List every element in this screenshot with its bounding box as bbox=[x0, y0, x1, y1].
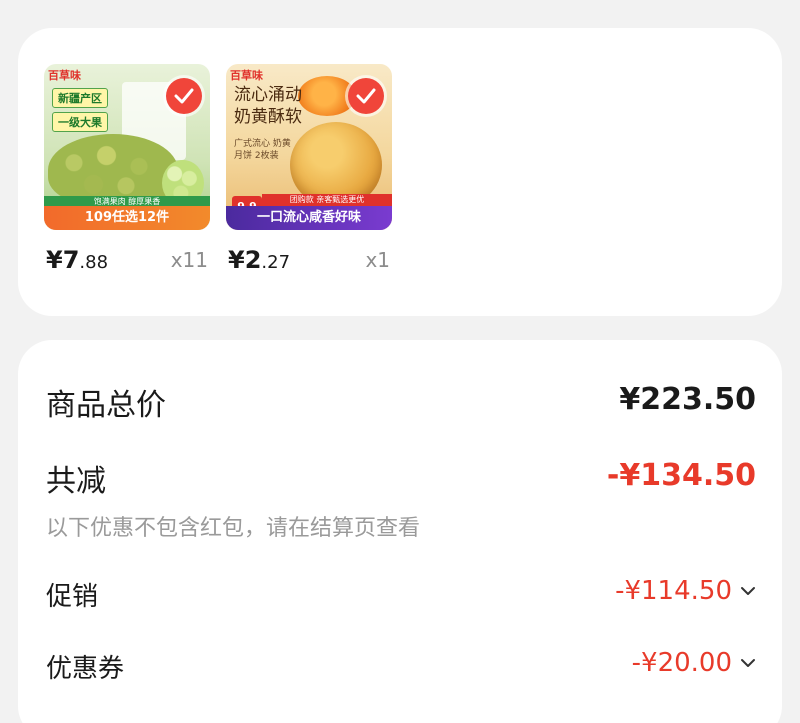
product-strip-text: 团购款 亲客甄选更优 bbox=[262, 194, 392, 206]
mooncake-product-image[interactable]: 百草味 流心涌动 奶黄酥软 广式流心 奶黄月饼 2枚装 9.9 团购款 亲客甄选… bbox=[226, 64, 392, 230]
chevron-down-icon[interactable] bbox=[740, 658, 756, 668]
price-integer: 2 bbox=[244, 246, 262, 274]
product-item[interactable]: 百草味 新疆产区 一级大果 饱满果肉 醇厚果香 109任选12件 ¥7.88 x… bbox=[44, 64, 210, 274]
price-summary-card: 商品总价 ¥223.50 共减 -¥134.50 以下优惠不包含红包，请在结算页… bbox=[18, 340, 782, 723]
promotion-row[interactable]: -¥114.50 bbox=[615, 576, 756, 606]
brand-logo: 百草味 bbox=[48, 69, 81, 82]
selected-check-icon[interactable] bbox=[166, 78, 202, 114]
product-banner: 109任选12件 bbox=[44, 206, 210, 230]
product-item[interactable]: 百草味 流心涌动 奶黄酥软 广式流心 奶黄月饼 2枚装 9.9 团购款 亲客甄选… bbox=[226, 64, 392, 274]
product-banner: 一口流心咸香好味 bbox=[226, 206, 392, 230]
price-decimal: .88 bbox=[79, 252, 109, 273]
total-price-label: 商品总价 bbox=[46, 388, 166, 423]
reduction-value: -¥134.50 bbox=[606, 458, 756, 493]
promotion-label: 促销 bbox=[46, 582, 99, 612]
raisin-product-image[interactable]: 百草味 新疆产区 一级大果 饱满果肉 醇厚果香 109任选12件 bbox=[44, 64, 210, 230]
discount-note: 以下优惠不包含红包，请在结算页查看 bbox=[46, 516, 421, 541]
coupon-row[interactable]: -¥20.00 bbox=[632, 648, 756, 678]
price-decimal: .27 bbox=[261, 252, 291, 273]
promotion-value: -¥114.50 bbox=[615, 576, 732, 606]
price-integer: 7 bbox=[62, 246, 80, 274]
brand-logo: 百草味 bbox=[230, 69, 263, 82]
price-currency: ¥ bbox=[46, 246, 63, 274]
product-subline: 广式流心 奶黄月饼 2枚装 bbox=[234, 139, 291, 161]
total-price-value: ¥223.50 bbox=[619, 382, 756, 417]
chevron-down-icon[interactable] bbox=[740, 586, 756, 596]
product-price: ¥2.27 bbox=[228, 246, 290, 274]
coupon-value: -¥20.00 bbox=[631, 648, 732, 678]
product-headline: 流心涌动 奶黄酥软 bbox=[234, 85, 302, 127]
product-price: ¥7.88 bbox=[46, 246, 108, 274]
selected-check-icon[interactable] bbox=[348, 78, 384, 114]
product-tag: 新疆产区 bbox=[52, 88, 108, 108]
selected-products-card: 百草味 新疆产区 一级大果 饱满果肉 醇厚果香 109任选12件 ¥7.88 x… bbox=[18, 28, 782, 316]
product-quantity: x1 bbox=[365, 248, 390, 272]
coupon-label: 优惠券 bbox=[46, 654, 125, 684]
reduction-label: 共减 bbox=[46, 464, 106, 499]
product-quantity: x11 bbox=[170, 248, 208, 272]
product-tag: 一级大果 bbox=[52, 112, 108, 132]
price-currency: ¥ bbox=[228, 246, 245, 274]
